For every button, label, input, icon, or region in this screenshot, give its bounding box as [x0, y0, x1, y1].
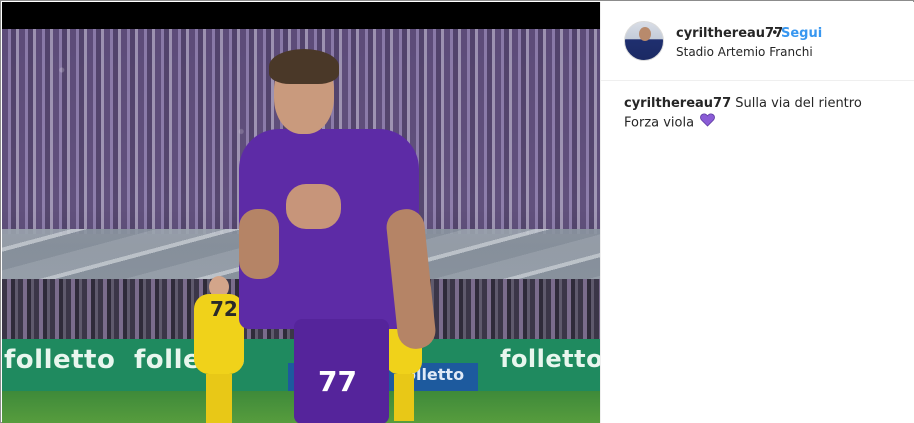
caption-line-2: Forza viola: [624, 115, 695, 131]
photo-scene: folletto folletto folletto folletto 72 7…: [2, 29, 600, 423]
separator-dot: •: [771, 26, 779, 41]
location-link[interactable]: Stadio Artemio Franchi: [676, 45, 813, 59]
avatar[interactable]: [624, 21, 664, 61]
post-photo[interactable]: folletto folletto folletto folletto 72 7…: [2, 2, 600, 423]
follow-button[interactable]: Segui: [781, 26, 822, 41]
post-caption: cyrilthereau77 Sulla via del rientro For…: [624, 95, 904, 133]
post-window: folletto folletto folletto folletto 72 7…: [0, 0, 914, 423]
caption-username[interactable]: cyrilthereau77: [624, 96, 731, 111]
username-link[interactable]: cyrilthereau77: [676, 26, 783, 41]
purple-heart-icon: [700, 113, 716, 133]
board-text-1: folletto: [4, 345, 116, 375]
avatar-face: [639, 27, 651, 41]
player-shorts-number: 77: [318, 365, 357, 398]
post-header: cyrilthereau77 • Segui Stadio Artemio Fr…: [601, 2, 914, 81]
caption-line-1: Sulla via del rientro: [735, 96, 862, 111]
post-sidebar: cyrilthereau77 • Segui Stadio Artemio Fr…: [600, 2, 914, 423]
board-text-3: folletto: [500, 345, 600, 373]
comments-area-cutoff: [624, 416, 684, 423]
